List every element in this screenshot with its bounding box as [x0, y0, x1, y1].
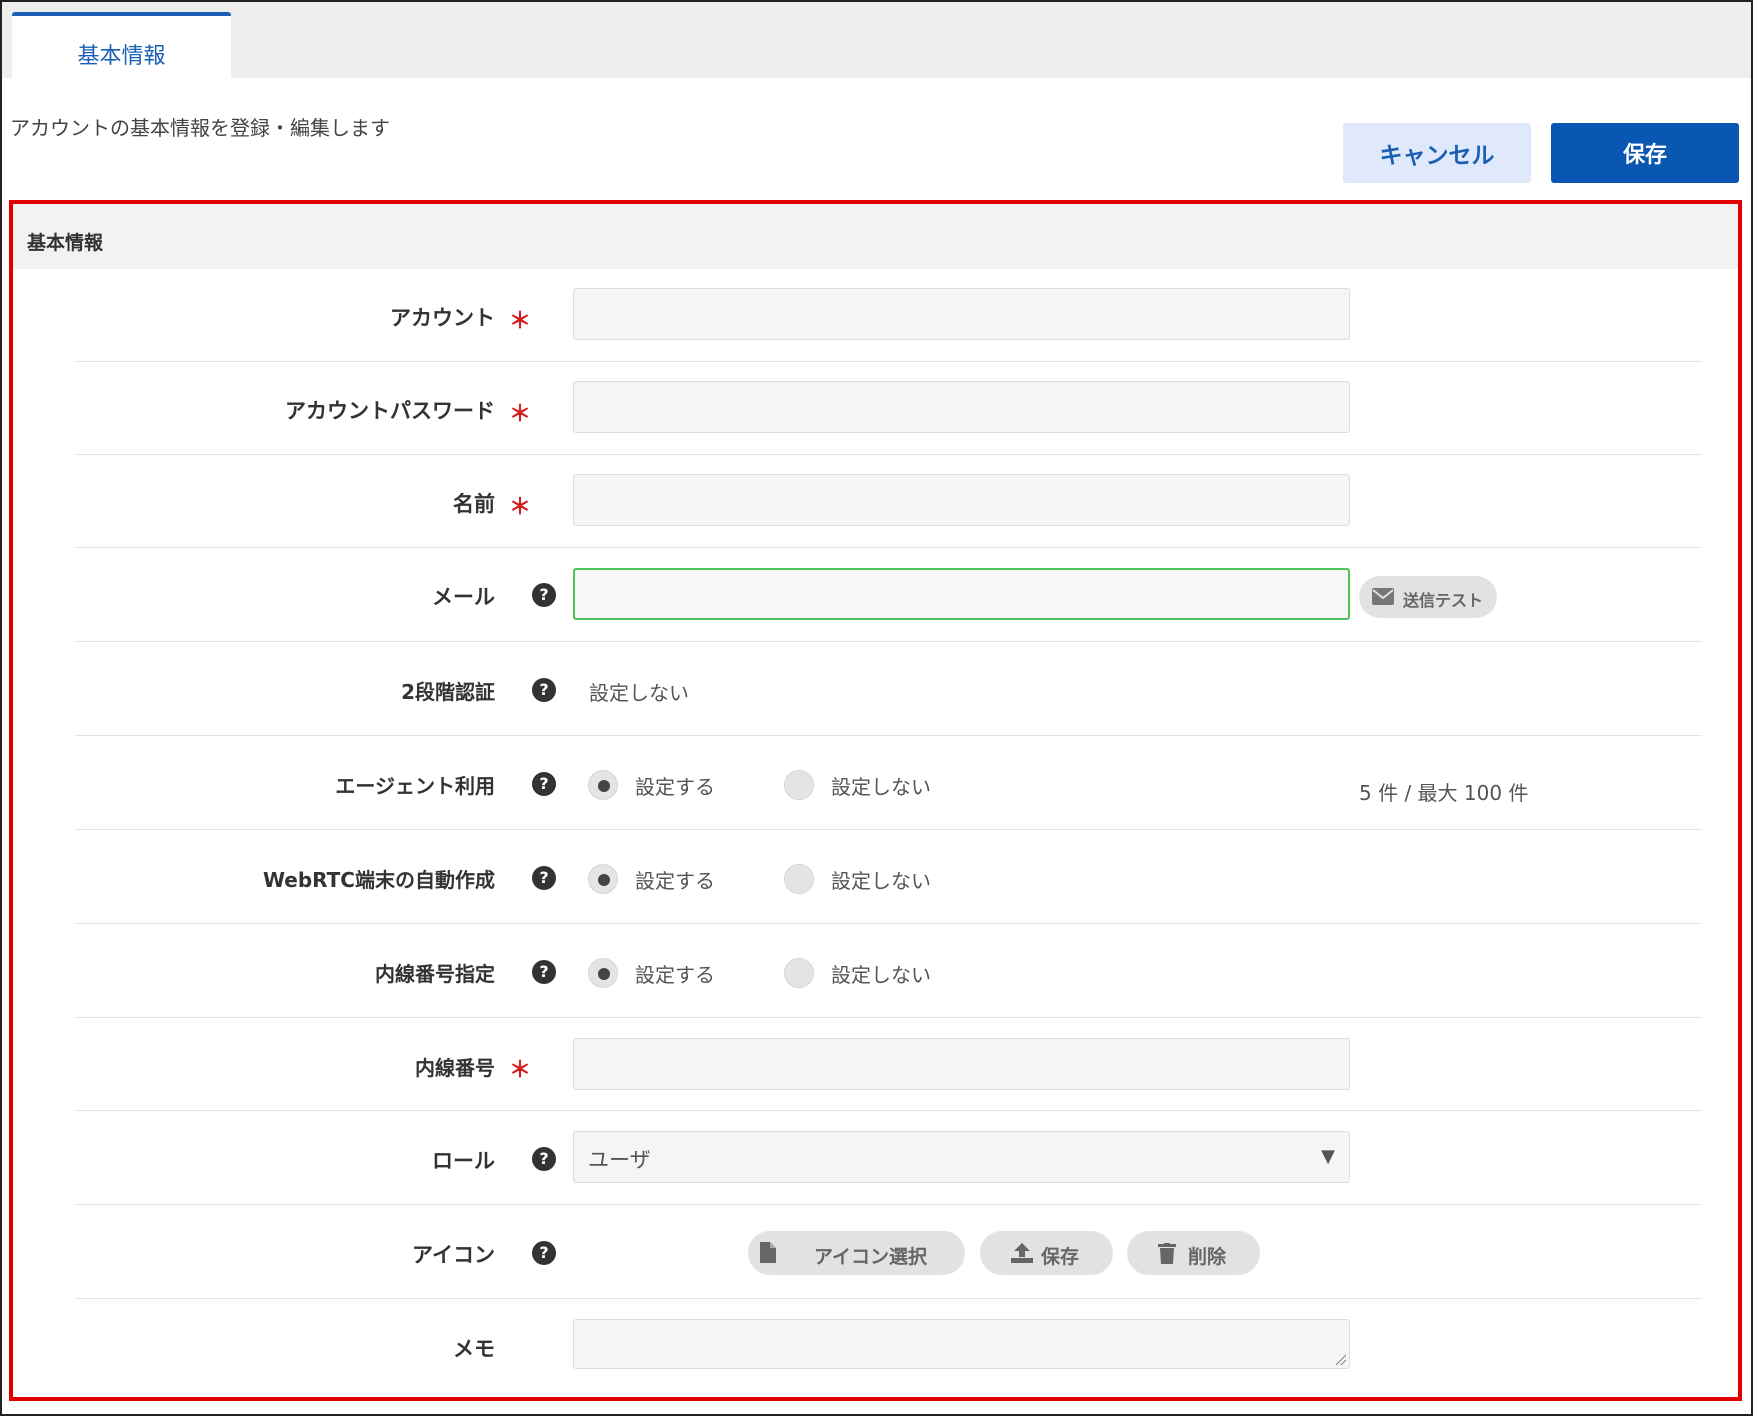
tab-label: 基本情報 — [77, 44, 166, 69]
form-row-mail: メール ? 送信テスト — [75, 548, 1702, 642]
form-row-password: アカウントパスワード ＊ — [75, 362, 1702, 455]
form-row-extension-spec: 内線番号指定 ? 設定する 設定しない — [75, 924, 1702, 1018]
help-icon[interactable]: ? — [532, 678, 556, 702]
envelope-icon — [1372, 588, 1394, 605]
help-icon[interactable]: ? — [532, 866, 556, 890]
required-mark: ＊ — [509, 402, 532, 427]
icon-select-button[interactable]: アイコン選択 — [748, 1231, 965, 1275]
dropdown-arrow-icon: ▼ — [1321, 1146, 1335, 1167]
mail-label: メール — [432, 585, 495, 609]
page-description: アカウントの基本情報を登録・編集します — [10, 116, 390, 140]
account-label: アカウント — [390, 306, 495, 330]
send-test-label: 送信テスト — [1403, 591, 1484, 610]
webrtc-on-radio[interactable] — [588, 864, 618, 894]
form-row-role: ロール ? ユーザ ▼ — [75, 1111, 1702, 1205]
icon-delete-label: 削除 — [1188, 1246, 1227, 1268]
extension-spec-on-label: 設定する — [635, 963, 715, 987]
form-row-account: アカウント ＊ — [75, 269, 1702, 362]
trash-icon — [1158, 1243, 1176, 1264]
save-button[interactable]: 保存 — [1551, 123, 1739, 183]
help-icon[interactable]: ? — [532, 772, 556, 796]
upload-icon — [1011, 1243, 1033, 1263]
form-row-extension: 内線番号 ＊ — [75, 1018, 1702, 1111]
help-icon[interactable]: ? — [532, 960, 556, 984]
memo-textarea[interactable] — [573, 1319, 1350, 1369]
extension-label: 内線番号 — [415, 1056, 495, 1080]
agent-on-label: 設定する — [635, 775, 715, 799]
extension-spec-on-radio[interactable] — [588, 958, 618, 988]
icon-select-label: アイコン選択 — [814, 1246, 928, 1268]
basic-info-panel: 基本情報 アカウント ＊ アカウントパスワード ＊ 名前 ＊ メール ? 送信テ… — [9, 200, 1742, 1401]
account-input[interactable] — [573, 288, 1350, 340]
tab-bar: 基本情報 — [2, 2, 1751, 80]
extension-spec-off-label: 設定しない — [831, 963, 931, 987]
mail-input[interactable] — [573, 568, 1350, 620]
icon-label: アイコン — [412, 1243, 495, 1267]
file-icon — [760, 1242, 776, 1263]
form-row-two-factor: 2段階認証 ? 設定しない — [75, 642, 1702, 736]
section-title: 基本情報 — [27, 232, 104, 254]
role-selected-value: ユーザ — [588, 1148, 651, 1172]
extension-input[interactable] — [573, 1038, 1350, 1090]
agent-count: 5 件 / 最大 100 件 — [1359, 781, 1529, 805]
icon-delete-button[interactable]: 削除 — [1127, 1231, 1260, 1275]
two-factor-label: 2段階認証 — [401, 680, 495, 704]
send-test-button[interactable]: 送信テスト — [1359, 576, 1497, 618]
tab-basic-info[interactable]: 基本情報 — [12, 12, 231, 80]
agent-off-radio[interactable] — [784, 770, 814, 800]
section-header: 基本情報 — [13, 204, 1738, 269]
password-label: アカウントパスワード — [285, 399, 495, 423]
extension-spec-off-radio[interactable] — [784, 958, 814, 988]
form-row-memo: メモ — [75, 1299, 1702, 1395]
webrtc-off-label: 設定しない — [831, 869, 931, 893]
resize-handle-icon[interactable] — [1334, 1353, 1346, 1365]
required-mark: ＊ — [509, 309, 532, 334]
agent-off-label: 設定しない — [831, 775, 931, 799]
form-row-name: 名前 ＊ — [75, 455, 1702, 548]
help-icon[interactable]: ? — [532, 1147, 556, 1171]
help-icon[interactable]: ? — [532, 1241, 556, 1265]
password-input[interactable] — [573, 381, 1350, 433]
help-icon[interactable]: ? — [532, 583, 556, 607]
name-input[interactable] — [573, 474, 1350, 526]
agent-on-radio[interactable] — [588, 770, 618, 800]
agent-label: エージェント利用 — [335, 774, 495, 798]
form-row-icon: アイコン ? アイコン選択 保存 削除 — [75, 1205, 1702, 1299]
webrtc-label: WebRTC端末の自動作成 — [262, 868, 495, 892]
cancel-button[interactable]: キャンセル — [1343, 123, 1531, 183]
icon-save-label: 保存 — [1041, 1246, 1080, 1268]
name-label: 名前 — [453, 492, 495, 516]
extension-spec-label: 内線番号指定 — [375, 962, 495, 986]
required-mark: ＊ — [509, 495, 532, 520]
webrtc-on-label: 設定する — [635, 869, 715, 893]
form-row-webrtc: WebRTC端末の自動作成 ? 設定する 設定しない — [75, 830, 1702, 924]
webrtc-off-radio[interactable] — [784, 864, 814, 894]
icon-save-button[interactable]: 保存 — [980, 1231, 1113, 1275]
required-mark: ＊ — [509, 1058, 532, 1083]
memo-label: メモ — [453, 1337, 495, 1361]
two-factor-value: 設定しない — [589, 681, 689, 705]
role-select[interactable]: ユーザ ▼ — [573, 1131, 1350, 1183]
role-label: ロール — [432, 1149, 495, 1173]
form-row-agent: エージェント利用 ? 設定する 設定しない 5 件 / 最大 100 件 — [75, 736, 1702, 830]
